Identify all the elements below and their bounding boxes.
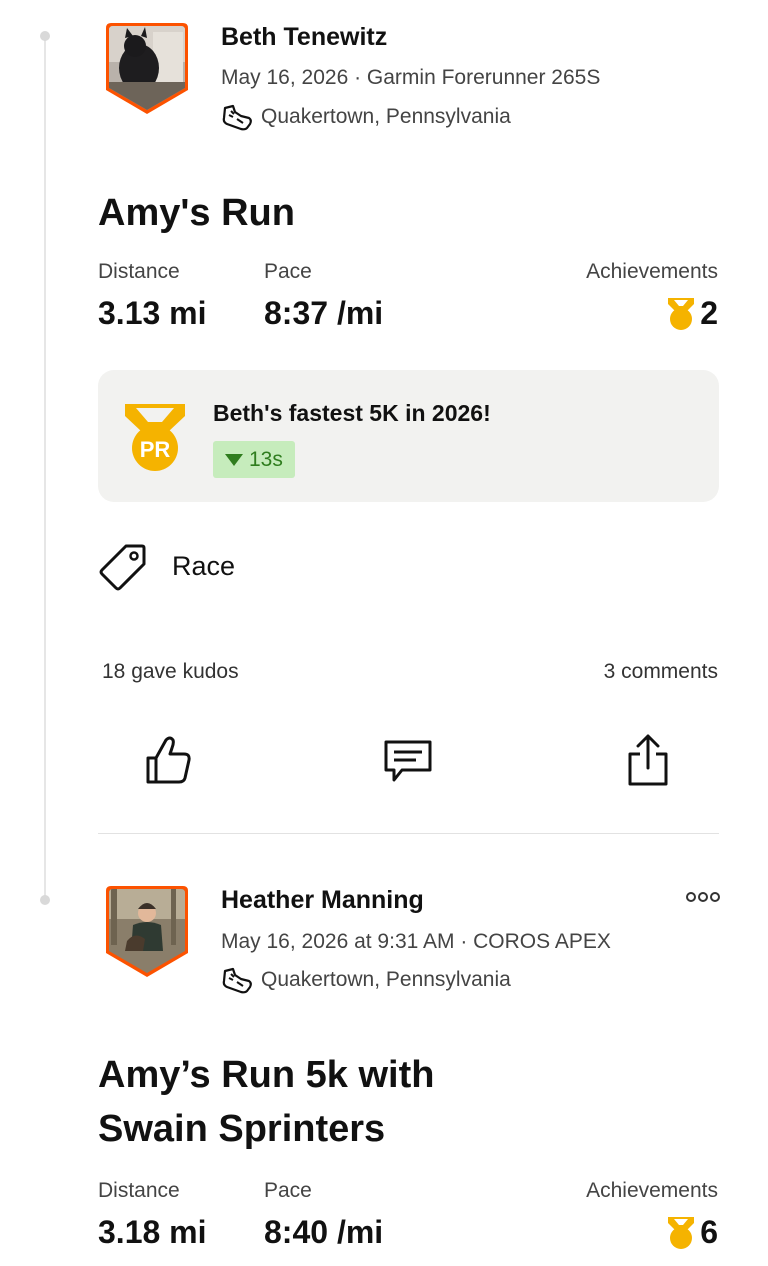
tag-icon: [99, 544, 146, 591]
athlete-name[interactable]: Beth Tenewitz: [221, 23, 387, 52]
comment-icon: [384, 740, 432, 782]
pr-badge-text: PR: [140, 437, 171, 462]
activity-location: Quakertown, Pennsylvania: [221, 102, 511, 132]
more-dot: [698, 892, 708, 902]
share-button[interactable]: [620, 730, 676, 790]
thumbs-up-icon: [146, 736, 191, 784]
distance-label: Distance: [98, 1179, 180, 1202]
athlete-name[interactable]: Heather Manning: [221, 886, 424, 915]
tag-label: Race: [172, 550, 236, 581]
more-dot: [710, 892, 720, 902]
more-options-button[interactable]: [686, 892, 720, 902]
comments-count[interactable]: 3 comments: [604, 660, 718, 684]
activity-location: Quakertown, Pennsylvania: [221, 965, 511, 995]
achievements-count: 6: [700, 1214, 718, 1250]
activity-title-line: Swain Sprinters: [98, 1108, 386, 1150]
location-label: Quakertown, Pennsylvania: [261, 968, 511, 991]
athlete-avatar[interactable]: [105, 22, 189, 114]
pace-label: Pace: [264, 260, 312, 283]
down-triangle-icon: [225, 453, 243, 466]
activity-title[interactable]: Amy's Run: [98, 186, 295, 240]
activity-meta: May 16, 2026 · Garmin Forerunner 265S: [221, 66, 601, 89]
pr-description: Beth's fastest 5K in 2026!: [213, 400, 491, 426]
kudos-button[interactable]: [140, 730, 196, 790]
more-dot: [686, 892, 696, 902]
timeline-line: [44, 36, 46, 900]
activity-meta: May 16, 2026 at 9:31 AM · COROS APEX: [221, 930, 611, 953]
pr-delta-value: 13s: [249, 447, 283, 471]
achievements-label: Achievements: [586, 260, 718, 283]
athlete-avatar[interactable]: [105, 885, 189, 977]
location-label: Quakertown, Pennsylvania: [261, 105, 511, 128]
activity-title[interactable]: Amy’s Run 5k with Swain Sprinters: [98, 1048, 434, 1156]
pace-value: 8:40 /mi: [264, 1214, 384, 1250]
pr-medal-icon: PR: [125, 404, 185, 471]
distance-value: 3.13 mi: [98, 295, 207, 331]
activity-title-line: Amy’s Run 5k with: [98, 1054, 435, 1096]
pr-time-delta: 13s: [213, 441, 295, 478]
kudos-count[interactable]: 18 gave kudos: [102, 660, 239, 684]
achievements-label: Achievements: [586, 1179, 718, 1202]
pace-label: Pace: [264, 1179, 312, 1202]
medal-icon: [668, 297, 695, 330]
running-shoe-icon: [222, 104, 252, 131]
medal-icon: [668, 1216, 695, 1249]
timeline-dot: [40, 895, 50, 905]
running-shoe-icon: [222, 967, 252, 994]
personal-record-card[interactable]: PR Beth's fastest 5K in 2026! 13s: [98, 370, 719, 502]
avatar-photo-person: [106, 886, 188, 977]
distance-label: Distance: [98, 260, 180, 283]
comment-button[interactable]: [380, 730, 436, 790]
pace-value: 8:37 /mi: [264, 295, 384, 331]
timeline-dot: [40, 31, 50, 41]
achievements-stat[interactable]: 6: [666, 1214, 718, 1251]
feed-divider: [98, 833, 719, 834]
activity-tag[interactable]: Race: [98, 540, 235, 592]
distance-value: 3.18 mi: [98, 1214, 207, 1250]
achievements-stat[interactable]: 2: [666, 295, 718, 332]
achievements-count: 2: [700, 295, 718, 331]
share-icon: [628, 734, 668, 786]
avatar-photo-cat: [106, 23, 188, 114]
